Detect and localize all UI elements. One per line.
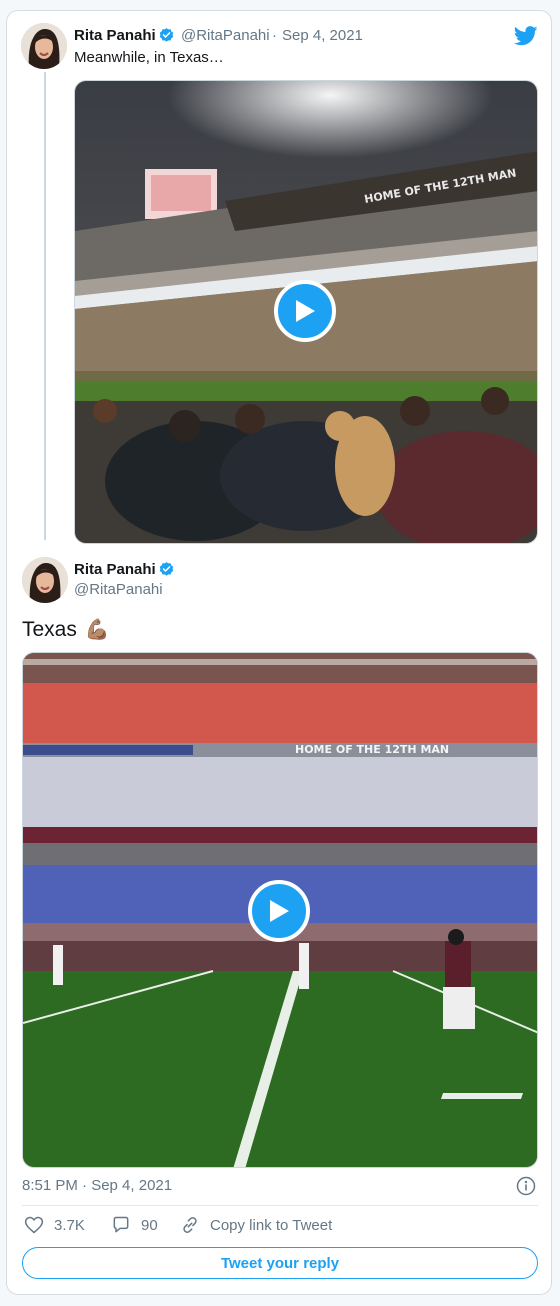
reply-count: 90 [141, 1216, 158, 1234]
speech-bubble-icon [113, 1216, 129, 1233]
author-name[interactable]: Rita Panahi [74, 27, 156, 44]
avatar[interactable] [21, 23, 67, 69]
flexed-biceps-emoji: 💪🏽 [84, 619, 110, 641]
verified-badge-icon [159, 562, 174, 576]
tweet-text: Texas 💪🏽 [22, 617, 110, 642]
video-thumbnail[interactable]: HOME OF THE 12TH MAN [22, 652, 538, 1168]
tweet-your-reply-button[interactable]: Tweet your reply [22, 1247, 538, 1279]
play-icon [270, 900, 289, 922]
divider [22, 1205, 538, 1206]
heart-icon [24, 1216, 44, 1234]
video-thumbnail[interactable]: HOME OF THE 12TH MAN [74, 80, 538, 544]
info-icon[interactable] [516, 1176, 536, 1196]
author-handle[interactable]: @RitaPanahi [181, 27, 270, 44]
link-icon [183, 1217, 197, 1233]
stadium-sign-text: HOME OF THE 12TH MAN [295, 743, 449, 756]
reply-action[interactable]: 90 [111, 1215, 158, 1235]
play-button[interactable] [274, 280, 336, 342]
play-icon [296, 300, 315, 322]
avatar[interactable] [22, 557, 68, 603]
verified-badge-icon [159, 28, 174, 42]
copy-link-label: Copy link to Tweet [210, 1216, 333, 1234]
author-name[interactable]: Rita Panahi [74, 561, 156, 578]
tweet-text-body: Texas [22, 617, 77, 641]
meta-separator: · [272, 27, 277, 44]
twitter-bird-icon[interactable] [514, 26, 538, 46]
tweet-timestamp[interactable]: 8:51 PM · Sep 4, 2021 [22, 1177, 172, 1194]
copy-link-action[interactable]: Copy link to Tweet [180, 1215, 332, 1235]
like-count: 3.7K [54, 1216, 85, 1234]
tweet-date[interactable]: Sep 4, 2021 [282, 27, 363, 44]
thread-connector-line [44, 72, 46, 540]
author-handle[interactable]: @RitaPanahi [74, 581, 163, 598]
play-button[interactable] [248, 880, 310, 942]
tweet-text: Meanwhile, in Texas… [74, 49, 224, 66]
like-action[interactable]: 3.7K [24, 1215, 85, 1235]
